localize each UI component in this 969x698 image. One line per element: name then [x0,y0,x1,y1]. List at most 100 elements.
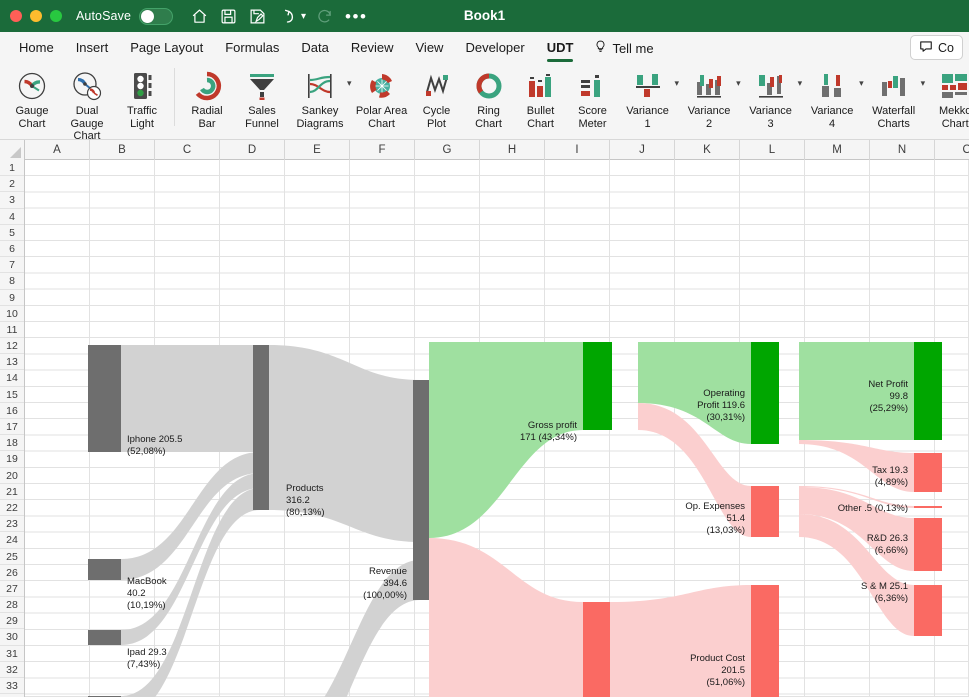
column-header-e[interactable]: E [285,140,350,160]
column-header-c[interactable]: C [155,140,220,160]
undo-caret-icon[interactable]: ▾ [301,11,306,22]
tab-formulas[interactable]: Formulas [214,32,290,64]
row-header-11[interactable]: 11 [0,322,24,339]
sankey-diagrams-button[interactable]: Sankey Diagrams [291,66,349,130]
column-header-o[interactable]: O [935,140,969,160]
row-header-31[interactable]: 31 [0,646,24,662]
row-header-4[interactable]: 4 [0,209,24,225]
row-header-24[interactable]: 24 [0,532,24,549]
column-header-b[interactable]: B [90,140,155,160]
variance-2-button[interactable]: Variance 2 [680,66,738,130]
row-header-16[interactable]: 16 [0,403,24,419]
comments-button[interactable]: Co [910,35,963,60]
tab-page-layout[interactable]: Page Layout [119,32,214,64]
row-header-32[interactable]: 32 [0,662,24,678]
row-header-5[interactable]: 5 [0,225,24,241]
row-header-17[interactable]: 17 [0,419,24,436]
row-header-34[interactable]: 34 [0,694,24,697]
maximize-window-button[interactable] [50,10,62,22]
spreadsheet-grid[interactable]: A B C D E F G H I J K L M N O 1234567891… [0,140,969,697]
node-ipad[interactable] [88,630,121,645]
variance-3-button[interactable]: Variance 3 [742,66,800,130]
row-header-20[interactable]: 20 [0,468,24,484]
row-header-29[interactable]: 29 [0,613,24,630]
tab-home[interactable]: Home [8,32,65,64]
row-header-14[interactable]: 14 [0,370,24,387]
row-header-13[interactable]: 13 [0,354,24,371]
row-header-18[interactable]: 18 [0,435,24,452]
column-header-i[interactable]: I [545,140,610,160]
radial-bar-button[interactable]: Radial Bar [181,66,233,130]
save-as-icon[interactable] [245,4,269,28]
node-cost-of-rev[interactable] [583,602,610,697]
row-header-10[interactable]: 10 [0,306,24,322]
column-header-l[interactable]: L [740,140,805,160]
row-header-8[interactable]: 8 [0,273,24,290]
tab-developer[interactable]: Developer [454,32,535,64]
node-tax[interactable] [914,453,942,492]
variance-1-button[interactable]: Variance 1 [619,66,677,130]
tab-view[interactable]: View [405,32,455,64]
variance-1-chevron-down-icon[interactable]: ▾ [675,78,680,89]
save-icon[interactable] [216,4,240,28]
node-product-cost[interactable] [751,585,779,697]
row-header-23[interactable]: 23 [0,516,24,533]
column-header-j[interactable]: J [610,140,675,160]
bullet-chart-button[interactable]: Bullet Chart [515,66,567,130]
column-header-f[interactable]: F [350,140,415,160]
row-header-9[interactable]: 9 [0,290,24,306]
waterfall-charts-button[interactable]: Waterfall Charts [865,66,923,130]
tell-me-button[interactable]: Tell me [584,39,663,57]
minimize-window-button[interactable] [30,10,42,22]
row-header-27[interactable]: 27 [0,581,24,598]
row-header-28[interactable]: 28 [0,597,24,614]
row-header-2[interactable]: 2 [0,176,24,193]
node-rnd[interactable] [914,518,942,571]
sankey-chart[interactable]: Iphone 205.5 (52,08%) MacBook 40.2 (10,1… [25,160,969,697]
variance-2-chevron-down-icon[interactable]: ▾ [736,78,741,89]
sankey-chevron-down-icon[interactable]: ▾ [347,78,352,89]
row-header-3[interactable]: 3 [0,192,24,209]
row-header-22[interactable]: 22 [0,500,24,517]
cycle-plot-button[interactable]: Cycle Plot [411,66,463,130]
more-icon[interactable]: ••• [345,8,367,25]
close-window-button[interactable] [10,10,22,22]
autosave-toggle[interactable] [139,7,174,25]
row-header-25[interactable]: 25 [0,549,24,565]
node-other[interactable] [914,506,942,508]
tab-review[interactable]: Review [340,32,405,64]
traffic-light-button[interactable]: Traffic Light [116,66,168,130]
dual-gauge-chart-button[interactable]: Dual Gauge Chart [58,66,116,139]
column-header-a[interactable]: A [25,140,90,160]
node-operating-profit[interactable] [751,342,779,444]
row-header-19[interactable]: 19 [0,451,24,468]
node-revenue[interactable] [413,380,429,600]
select-all-corner-button[interactable] [0,140,25,160]
row-header-12[interactable]: 12 [0,338,24,355]
node-products[interactable] [253,345,269,510]
row-header-15[interactable]: 15 [0,387,24,403]
polar-area-chart-button[interactable]: Polar Area Chart [353,66,411,130]
undo-icon[interactable] [274,4,298,28]
tab-udt[interactable]: UDT [536,32,585,64]
tab-data[interactable]: Data [290,32,339,64]
ring-chart-button[interactable]: Ring Chart [463,66,515,130]
node-op-expenses[interactable] [751,486,779,537]
sales-funnel-button[interactable]: Sales Funnel [233,66,291,130]
column-header-g[interactable]: G [415,140,480,160]
node-gross-profit[interactable] [583,342,612,430]
variance-4-chevron-down-icon[interactable]: ▾ [859,78,864,89]
row-header-6[interactable]: 6 [0,241,24,258]
variance-4-button[interactable]: Variance 4 [803,66,861,130]
row-header-33[interactable]: 33 [0,678,24,695]
score-meter-button[interactable]: Score Meter [567,66,619,130]
waterfall-chevron-down-icon[interactable]: ▾ [921,78,926,89]
variance-3-chevron-down-icon[interactable]: ▾ [798,78,803,89]
column-header-k[interactable]: K [675,140,740,160]
row-header-1[interactable]: 1 [0,160,24,177]
window-controls[interactable] [10,10,62,22]
row-header-30[interactable]: 30 [0,629,24,646]
node-iphone[interactable] [88,345,121,452]
node-macbook[interactable] [88,559,121,580]
node-net-profit[interactable] [914,342,942,440]
